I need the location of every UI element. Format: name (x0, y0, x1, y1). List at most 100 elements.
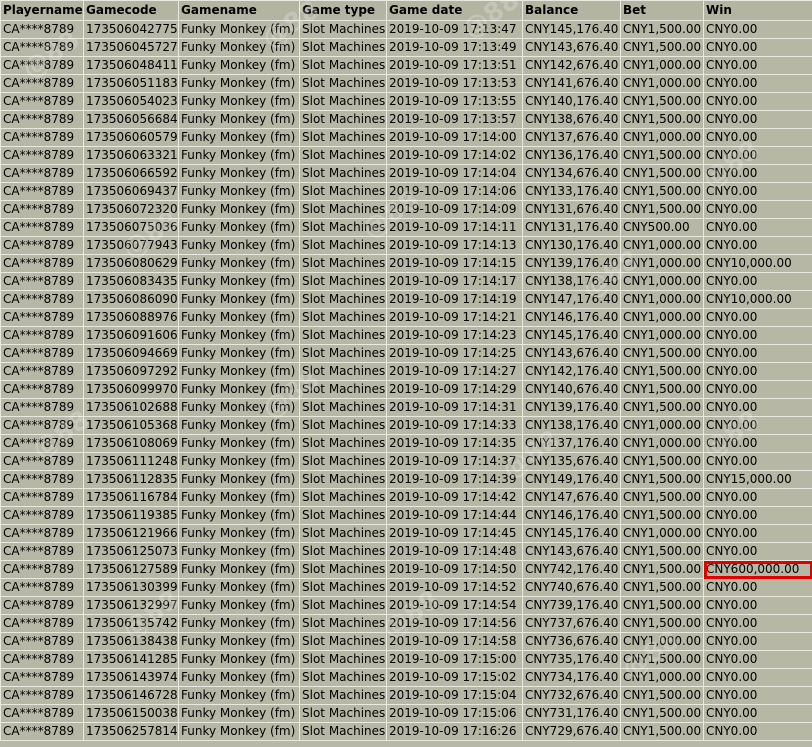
cell-balance: CNY739,176.40 (522, 596, 621, 615)
table-row: CA****8789 173506138438 Funky Monkey (fm) S… (0, 632, 812, 651)
cell-win: CNY0.00 (703, 326, 812, 345)
cell-playername: CA****8789 (0, 650, 84, 669)
cell-gamecode: 173506066592 (83, 164, 179, 183)
cell-playername: CA****8789 (0, 56, 84, 75)
cell-gamename: Funky Monkey (fm) (178, 596, 300, 615)
cell-game-date: 2019-10-09 17:14:19 (386, 290, 523, 309)
cell-gamecode: 173506105368 (83, 416, 179, 435)
cell-win: CNY0.00 (703, 596, 812, 615)
table-row: CA****8789 173506088976 Funky Monkey (fm) S… (0, 308, 812, 327)
cell-game-date: 2019-10-09 17:14:33 (386, 416, 523, 435)
cell-balance: CNY740,676.40 (522, 578, 621, 597)
cell-bet: CNY1,500.00 (620, 146, 704, 165)
cell-gamecode: 173506051183 (83, 74, 179, 93)
cell-gamecode: 173506257814 (83, 722, 179, 741)
cell-game-date: 2019-10-09 17:14:29 (386, 380, 523, 399)
cell-bet: CNY1,500.00 (620, 362, 704, 381)
cell-game-type: Slot Machines (299, 308, 387, 327)
cell-playername: CA****8789 (0, 110, 84, 129)
cell-win: CNY0.00 (703, 146, 812, 165)
cell-gamecode: 173506077943 (83, 236, 179, 255)
cell-gamename: Funky Monkey (fm) (178, 650, 300, 669)
cell-playername: CA****8789 (0, 488, 84, 507)
cell-bet: CNY1,500.00 (620, 380, 704, 399)
cell-gamename: Funky Monkey (fm) (178, 164, 300, 183)
cell-game-type: Slot Machines (299, 686, 387, 705)
cell-game-date: 2019-10-09 17:15:02 (386, 668, 523, 687)
cell-gamecode: 173506083435 (83, 272, 179, 291)
cell-game-date: 2019-10-09 17:14:44 (386, 506, 523, 525)
cell-balance: CNY742,176.40 (522, 560, 621, 579)
cell-game-type: Slot Machines (299, 92, 387, 111)
cell-game-type: Slot Machines (299, 362, 387, 381)
cell-gamename: Funky Monkey (fm) (178, 614, 300, 633)
cell-bet: CNY1,500.00 (620, 398, 704, 417)
table-row: CA****8789 173506108069 Funky Monkey (fm) S… (0, 434, 812, 453)
cell-game-date: 2019-10-09 17:13:53 (386, 74, 523, 93)
cell-playername: CA****8789 (0, 38, 84, 57)
cell-win: CNY0.00 (703, 686, 812, 705)
cell-gamename: Funky Monkey (fm) (178, 290, 300, 309)
cell-bet: CNY1,500.00 (620, 470, 704, 489)
cell-game-date: 2019-10-09 17:14:42 (386, 488, 523, 507)
cell-win: CNY0.00 (703, 128, 812, 147)
cell-game-type: Slot Machines (299, 236, 387, 255)
cell-gamecode: 173506146728 (83, 686, 179, 705)
cell-game-date: 2019-10-09 17:14:04 (386, 164, 523, 183)
cell-gamename: Funky Monkey (fm) (178, 56, 300, 75)
cell-balance: CNY139,176.40 (522, 398, 621, 417)
table-row: CA****8789 173506146728 Funky Monkey (fm) S… (0, 686, 812, 705)
column-header-bet: Bet (620, 0, 704, 21)
cell-win: CNY10,000.00 (703, 254, 812, 273)
cell-gamename: Funky Monkey (fm) (178, 308, 300, 327)
cell-game-type: Slot Machines (299, 56, 387, 75)
cell-game-date: 2019-10-09 17:14:37 (386, 452, 523, 471)
cell-bet: CNY1,000.00 (620, 326, 704, 345)
cell-game-date: 2019-10-09 17:14:39 (386, 470, 523, 489)
cell-gamecode: 173506054023 (83, 92, 179, 111)
cell-balance: CNY737,676.40 (522, 614, 621, 633)
cell-balance: CNY146,176.40 (522, 308, 621, 327)
cell-game-date: 2019-10-09 17:16:26 (386, 722, 523, 741)
cell-win: CNY0.00 (703, 452, 812, 471)
cell-game-date: 2019-10-09 17:14:00 (386, 128, 523, 147)
cell-gamename: Funky Monkey (fm) (178, 110, 300, 129)
cell-gamecode: 173506069437 (83, 182, 179, 201)
cell-gamecode: 173506116784 (83, 488, 179, 507)
table-row: CA****8789 173506056684 Funky Monkey (fm) S… (0, 110, 812, 129)
cell-gamename: Funky Monkey (fm) (178, 452, 300, 471)
cell-gamename: Funky Monkey (fm) (178, 632, 300, 651)
cell-gamename: Funky Monkey (fm) (178, 398, 300, 417)
cell-gamecode: 173506060579 (83, 128, 179, 147)
table-row: CA****8789 173506060579 Funky Monkey (fm) S… (0, 128, 812, 147)
cell-game-date: 2019-10-09 17:13:57 (386, 110, 523, 129)
cell-gamecode: 173506111248 (83, 452, 179, 471)
cell-gamecode: 173506097292 (83, 362, 179, 381)
cell-gamename: Funky Monkey (fm) (178, 272, 300, 291)
cell-playername: CA****8789 (0, 434, 84, 453)
cell-gamename: Funky Monkey (fm) (178, 380, 300, 399)
cell-gamecode: 173506135742 (83, 614, 179, 633)
cell-win: CNY0.00 (703, 632, 812, 651)
cell-playername: CA****8789 (0, 524, 84, 543)
cell-playername: CA****8789 (0, 452, 84, 471)
cell-playername: CA****8789 (0, 704, 84, 723)
cell-gamename: Funky Monkey (fm) (178, 182, 300, 201)
cell-bet: CNY1,500.00 (620, 344, 704, 363)
table-row: CA****8789 173506045727 Funky Monkey (fm) S… (0, 38, 812, 57)
table-row: CA****8789 173506077943 Funky Monkey (fm) S… (0, 236, 812, 255)
cell-bet: CNY1,500.00 (620, 452, 704, 471)
cell-win: CNY0.00 (703, 344, 812, 363)
table-row: CA****8789 173506091606 Funky Monkey (fm) S… (0, 326, 812, 345)
cell-playername: CA****8789 (0, 20, 84, 39)
cell-bet: CNY1,000.00 (620, 668, 704, 687)
cell-balance: CNY734,176.40 (522, 668, 621, 687)
cell-playername: CA****8789 (0, 218, 84, 237)
cell-game-type: Slot Machines (299, 272, 387, 291)
table-row: CA****8789 173506125073 Funky Monkey (fm) S… (0, 542, 812, 561)
cell-playername: CA****8789 (0, 344, 84, 363)
cell-bet: CNY1,000.00 (620, 236, 704, 255)
cell-game-type: Slot Machines (299, 344, 387, 363)
cell-playername: CA****8789 (0, 272, 84, 291)
cell-bet: CNY1,000.00 (620, 632, 704, 651)
